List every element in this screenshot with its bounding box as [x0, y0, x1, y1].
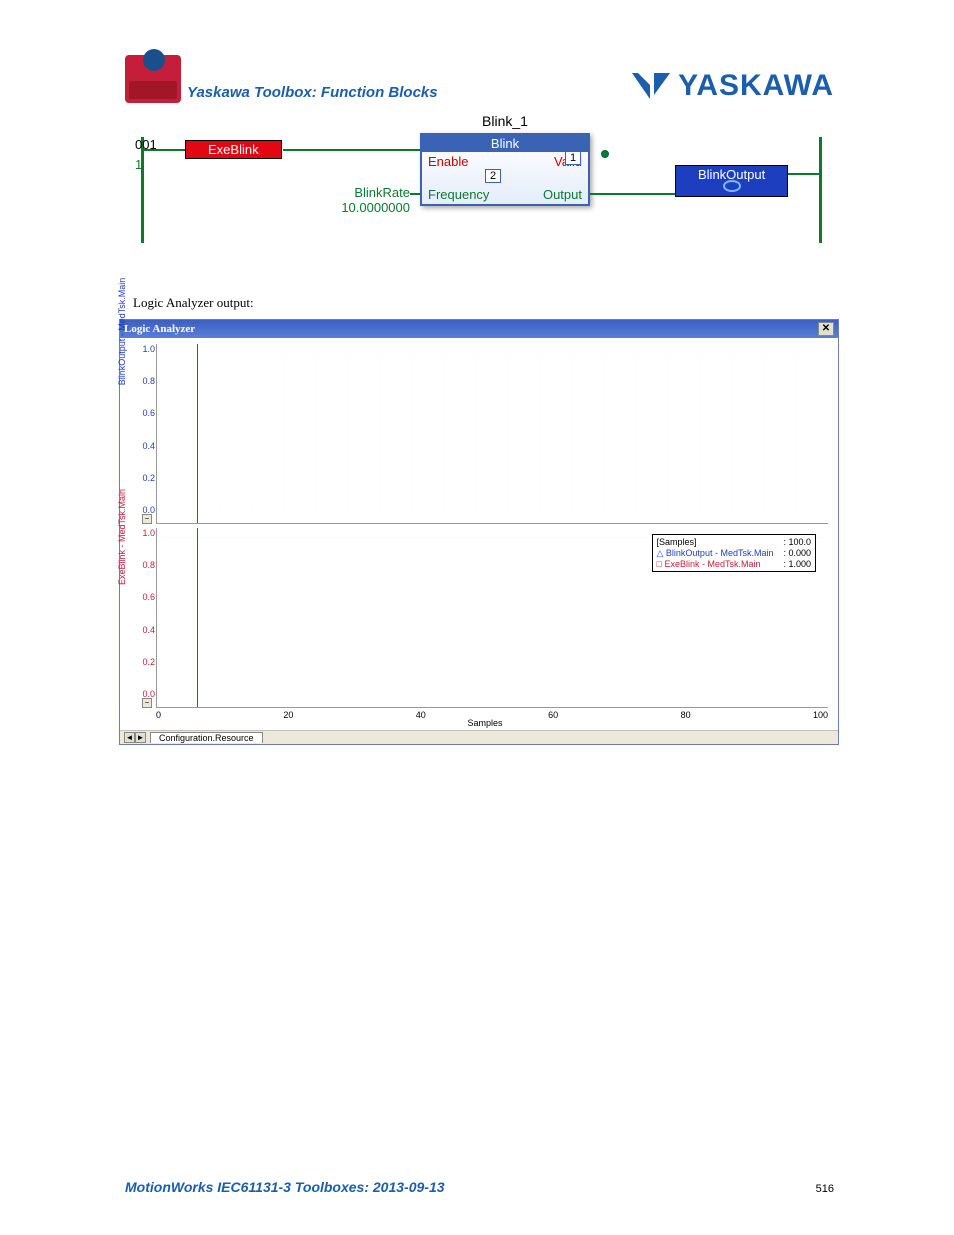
right-rail [819, 137, 822, 243]
xtick: 60 [548, 710, 558, 720]
rung-state: 1 [135, 157, 142, 172]
footer-title: MotionWorks IEC61131-3 Toolboxes: 2013-0… [125, 1179, 445, 1195]
collapse-toggle-icon[interactable]: − [142, 698, 152, 708]
yaskawa-mark-icon [630, 71, 672, 101]
fb-type: Blink [422, 135, 588, 152]
xtick: 20 [283, 710, 293, 720]
left-rail [141, 137, 144, 243]
y2-axis-label: ExeBlink - MedTsk.Main [117, 489, 127, 585]
ytick: 0.6 [131, 408, 155, 418]
tab-next-icon[interactable]: ► [135, 732, 146, 743]
ytick: 0.4 [131, 625, 155, 635]
pin-enable: Enable [428, 154, 468, 169]
legend-samples-label: [Samples] [657, 537, 697, 548]
toolbox-icon [125, 55, 181, 103]
input-var: BlinkRate 10.0000000 [310, 185, 410, 215]
tab-nav: ◄ ► [124, 732, 146, 743]
tab-prev-icon[interactable]: ◄ [124, 732, 135, 743]
function-block-diagram: 001 1 ExeBlink BlinkRate 10.0000000 Blin… [125, 115, 834, 255]
wire [788, 173, 820, 175]
ytick: 0.6 [131, 592, 155, 602]
input-var-value: 10.0000000 [341, 200, 410, 215]
tab-config-resource[interactable]: Configuration.Resource [150, 732, 263, 743]
ytick: 0.0 [131, 689, 155, 699]
ytick: 0.0 [131, 505, 155, 515]
ytick: 0.2 [131, 473, 155, 483]
valid-indicator-icon [601, 150, 609, 158]
la-title: Logic Analyzer [124, 323, 195, 335]
legend-l1: BlinkOutput - MedTsk.Main [666, 548, 774, 558]
ytick: 0.2 [131, 657, 155, 667]
close-icon[interactable]: ✕ [818, 322, 834, 336]
wire [283, 149, 420, 151]
page-header: Yaskawa Toolbox: Function Blocks YASKAWA [125, 55, 834, 103]
output-coil: BlinkOutput [675, 165, 788, 197]
ytick: 0.8 [131, 560, 155, 570]
wire [590, 193, 675, 195]
logic-analyzer-window: Logic Analyzer ✕ − BlinkOutput - MedTsk.… [119, 319, 839, 745]
input-coil: ExeBlink [185, 140, 282, 159]
x-axis-label: Samples [142, 718, 828, 728]
ytick: 0.4 [131, 441, 155, 451]
la-body: − BlinkOutput - MedTsk.Main 1.0 0.8 0.6 … [120, 338, 838, 730]
collapse-toggle-icon[interactable]: − [142, 514, 152, 524]
ytick: 1.0 [131, 344, 155, 354]
legend-samples-val: : 100.0 [783, 537, 811, 548]
ytick: 1.0 [131, 528, 155, 538]
pin-valid-val: 1 [565, 151, 581, 165]
header-title: Yaskawa Toolbox: Function Blocks [187, 84, 438, 101]
la-titlebar: Logic Analyzer ✕ [120, 320, 838, 338]
xtick: 0 [156, 710, 161, 720]
coil-symbol-icon [698, 180, 765, 195]
function-block: Blink Enable Valid Frequency Output [420, 133, 590, 206]
plot-blinkoutput: 1.0 0.8 0.6 0.4 0.2 0.0 [156, 344, 828, 524]
wire [410, 193, 420, 195]
legend-l2: ExeBlink - MedTsk.Main [664, 559, 760, 569]
yaskawa-brand-text: YASKAWA [678, 69, 834, 103]
page-number: 516 [816, 1183, 834, 1195]
header-left: Yaskawa Toolbox: Function Blocks [125, 55, 438, 103]
plot-exeblink: 1.0 0.8 0.6 0.4 0.2 0.0 [Samples]: 100.0… [156, 528, 828, 708]
pin-freq-val: 2 [485, 169, 501, 183]
legend-l2v: : 1.000 [783, 559, 811, 570]
pin-output: Output [543, 187, 582, 202]
section-label: Logic Analyzer output: [133, 295, 834, 311]
pin-frequency: Frequency [428, 187, 489, 202]
xtick: 100 [813, 710, 828, 720]
legend: [Samples]: 100.0 △ BlinkOutput - MedTsk.… [652, 534, 817, 572]
xtick: 40 [416, 710, 426, 720]
wire [143, 149, 185, 151]
square-wave-trace [157, 350, 828, 511]
legend-l1v: : 0.000 [783, 548, 811, 559]
y1-axis-label: BlinkOutput - MedTsk.Main [117, 278, 127, 386]
tab-bar: ◄ ► Configuration.Resource [120, 730, 838, 744]
input-var-label: BlinkRate [354, 185, 410, 200]
yaskawa-logo: YASKAWA [630, 69, 834, 103]
ytick: 0.8 [131, 376, 155, 386]
page-footer: MotionWorks IEC61131-3 Toolboxes: 2013-0… [125, 1179, 834, 1195]
fb-instance-name: Blink_1 [420, 113, 590, 129]
xtick: 80 [681, 710, 691, 720]
